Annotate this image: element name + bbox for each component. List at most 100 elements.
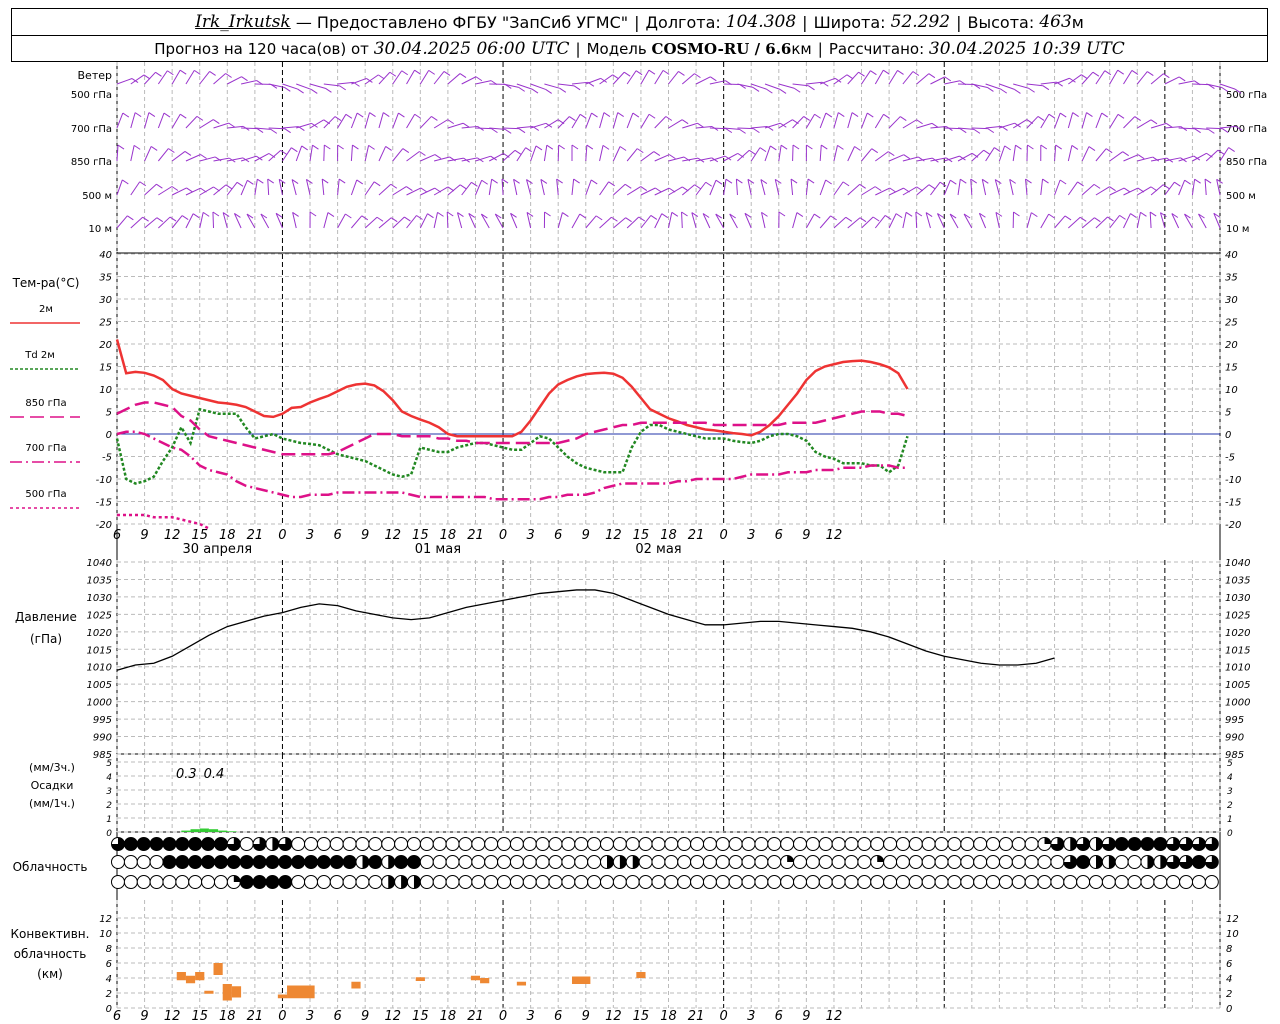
cloud-fill-partial	[1160, 855, 1167, 869]
pressure-ytick-right: 1015	[1225, 645, 1250, 656]
wind-barb-flag	[653, 151, 661, 156]
cloud-circle	[1101, 875, 1116, 889]
cloud-circle	[1011, 875, 1026, 889]
cloud-circle	[522, 855, 537, 869]
hour-tick-label: 9	[582, 528, 590, 543]
precip-bar	[190, 829, 200, 832]
wind-barb	[1026, 83, 1043, 87]
wind-barb-flag	[1166, 122, 1173, 128]
temp-ytick-right: -20	[1225, 520, 1241, 531]
wind-barb-flag	[912, 71, 920, 76]
wind-barb	[1109, 114, 1119, 129]
cloud-circle	[870, 875, 885, 889]
wind-barb-flag	[624, 183, 632, 189]
wind-barb-flag	[163, 112, 171, 118]
wind-barb	[475, 127, 492, 130]
temp-legend-label: 2м	[39, 304, 53, 315]
wind-barb-flag	[156, 217, 164, 223]
cloud-circle	[780, 837, 795, 851]
wind-barb	[1164, 126, 1181, 129]
hour-tick-label: 15	[412, 1009, 429, 1024]
wind-barb	[392, 148, 404, 162]
cloud-circle	[522, 875, 537, 889]
wind-barb	[696, 125, 713, 129]
wind-barb	[1054, 112, 1061, 129]
wind-barb	[1067, 145, 1073, 162]
cloud-circle	[664, 855, 679, 869]
wind-barb-flag	[1072, 112, 1079, 118]
wind-barb-flag	[127, 215, 134, 221]
wind-barb-flag	[648, 113, 656, 119]
wind-barb	[971, 149, 984, 162]
wind-barb	[695, 181, 707, 196]
hour-tick-label: 3	[526, 528, 534, 543]
hour-tick-label: 0	[278, 528, 286, 543]
cloud-circle	[921, 855, 936, 869]
cloud-fill	[1153, 837, 1167, 851]
wind-barb	[833, 181, 844, 196]
cloud-circle	[664, 875, 679, 889]
temp-ytick: 0	[106, 430, 112, 441]
precip-ytick-right: 2	[1227, 801, 1233, 811]
conv-ytick-right: 4	[1226, 974, 1232, 985]
wind-barb-flag	[987, 87, 994, 92]
wind-barb-flag	[169, 216, 177, 222]
wind-barb-flag	[569, 116, 576, 121]
wind-barb	[916, 184, 930, 196]
wind-barb	[1205, 149, 1219, 162]
cloud-circle	[638, 837, 653, 851]
wind-barb-flag	[309, 211, 317, 217]
wind-barb-flag	[619, 146, 627, 151]
hour-tick-label: 3	[747, 528, 755, 543]
wind-barb-flag	[573, 85, 581, 91]
wind-barb-flag	[808, 85, 815, 91]
cloud-circle	[908, 837, 923, 851]
pressure-ytick: 1040	[87, 558, 112, 569]
wind-barb	[571, 179, 575, 196]
wind-barb	[1054, 215, 1066, 229]
hour-tick-label: 18	[440, 1009, 457, 1024]
wind-barb-flag	[1123, 187, 1131, 193]
hour-tick-label: 0	[278, 1009, 286, 1024]
wind-barb-flag	[973, 128, 981, 134]
wind-barb	[144, 146, 152, 162]
wind-barb	[737, 127, 754, 130]
cloud-circle	[986, 875, 1001, 889]
wind-barb	[1013, 83, 1029, 89]
cloud-circle	[535, 875, 550, 889]
wind-barb-flag	[382, 112, 390, 118]
cloud-circle	[561, 837, 576, 851]
wind-barb	[1164, 76, 1180, 85]
wind-barb-flag	[321, 178, 329, 184]
cloud-fill	[214, 837, 228, 851]
cloud-circle	[471, 855, 486, 869]
cloud-circle	[1127, 875, 1142, 889]
wind-barb	[516, 83, 533, 90]
wind-barb	[819, 215, 831, 229]
wind-barb	[957, 179, 961, 196]
cloud-circle	[818, 875, 833, 889]
pressure-ytick-right: 1010	[1225, 663, 1250, 674]
wind-barb-flag	[960, 178, 967, 184]
temp-series-4	[117, 513, 210, 530]
wind-barb	[1081, 184, 1095, 196]
wind-barb-flag	[895, 213, 903, 219]
wind-barb	[861, 186, 876, 196]
cloud-circle	[1153, 875, 1168, 889]
wind-barb	[1109, 151, 1123, 162]
wind-barb-flag	[544, 211, 551, 217]
cloud-circle	[715, 855, 730, 869]
cloud-circle	[329, 875, 344, 889]
wind-barb-flag	[256, 128, 264, 134]
wind-barb	[888, 213, 897, 229]
wind-barb-flag	[705, 181, 713, 187]
temp-legend-label: Td 2м	[24, 350, 55, 361]
cloud-circle	[432, 875, 447, 889]
wind-barb-flag	[1013, 211, 1020, 217]
cloud-circle	[342, 837, 357, 851]
precip-title: Осадки	[31, 779, 74, 792]
wind-barb-flag	[247, 179, 254, 185]
cloud-circle	[818, 855, 833, 869]
wind-barb	[557, 116, 570, 129]
wind-barb	[350, 145, 353, 162]
